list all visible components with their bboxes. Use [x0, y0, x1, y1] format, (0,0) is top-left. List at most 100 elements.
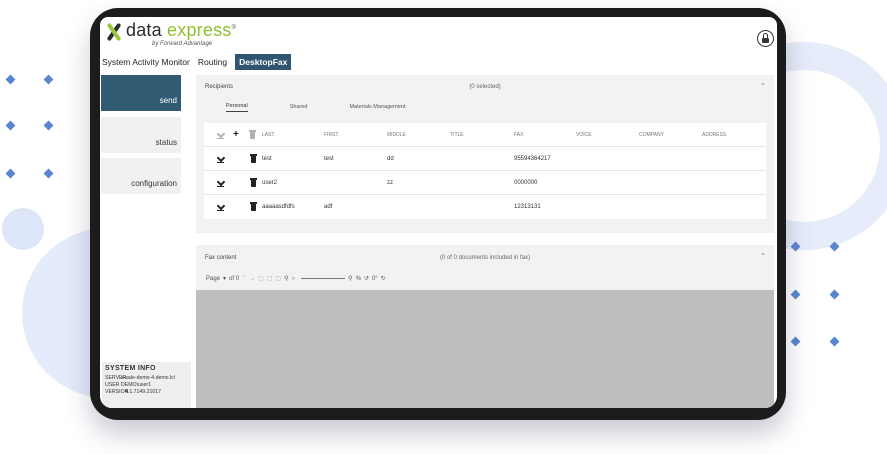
column-header-middle[interactable]: MIDDLE: [387, 132, 406, 138]
column-header-last[interactable]: LAST: [262, 132, 275, 138]
tab-shared[interactable]: Shared: [290, 104, 308, 110]
fax-content-panel: Fax content (0 of 0 documents included i…: [196, 245, 774, 408]
prev-page-icon[interactable]: ⌃: [242, 275, 247, 282]
system-info-box: SYSTEM INFO SERVER s-sale-demo-4.demo.lc…: [102, 362, 191, 408]
collapse-chevron-icon[interactable]: ⌃: [760, 82, 766, 90]
column-header-first[interactable]: FIRST: [324, 132, 338, 138]
logo-tagline: by Forward Advantage: [152, 41, 213, 47]
fax-content-header[interactable]: Fax content (0 of 0 documents included i…: [196, 245, 774, 271]
top-navigation: System Activity Monitor Routing DesktopF…: [102, 54, 299, 70]
zoom-out-icon[interactable]: ⚲: [284, 275, 288, 282]
download-icon[interactable]: [217, 155, 224, 163]
download-icon[interactable]: [217, 131, 224, 139]
cell-last: user2: [262, 179, 278, 186]
system-info-server-value: s-sale-demo-4.demo.lcl: [121, 375, 175, 381]
app-screen: data express® by Forward Advantage Syste…: [100, 17, 777, 408]
zoom-slider[interactable]: [301, 278, 346, 279]
cell-fax: 0000000: [514, 179, 538, 186]
table-row[interactable]: test test dd 95594364217: [204, 147, 766, 171]
zoom-in-icon[interactable]: ⚲: [348, 275, 352, 282]
logo-text: data express®: [126, 20, 236, 41]
page-count: of 0: [229, 275, 240, 282]
decor-diamond: [790, 336, 801, 347]
trash-icon[interactable]: [249, 130, 256, 139]
system-info-user-value: DEMO\user1: [121, 382, 151, 388]
document-copy-icon[interactable]: ▢: [267, 275, 273, 282]
logo-registered: ®: [231, 25, 237, 31]
recipients-panel: Recipients (0 selected) ⌃ Personal Share…: [196, 75, 774, 233]
download-icon[interactable]: [217, 179, 224, 187]
sidebar: send status configuration: [101, 75, 181, 408]
rotation-value: 0°: [371, 275, 378, 282]
sidebar-item-label: send: [159, 96, 177, 105]
nav-system-activity-monitor[interactable]: System Activity Monitor: [102, 57, 190, 67]
sidebar-item-label: configuration: [131, 179, 177, 188]
decor-diamond: [43, 74, 54, 85]
rotate-right-icon[interactable]: ↻: [381, 275, 386, 282]
decor-diamond: [829, 289, 840, 300]
logo-word-express: express: [167, 20, 232, 40]
cell-first: adf: [324, 204, 333, 210]
decor-diamond: [5, 120, 16, 131]
document-icon[interactable]: ▢: [258, 275, 264, 282]
tab-personal[interactable]: Personal: [226, 103, 248, 112]
sidebar-item-status[interactable]: status: [101, 117, 181, 153]
decor-circle-small: [2, 208, 44, 250]
sidebar-item-label: status: [155, 138, 177, 147]
recipients-table: + LAST FIRST MIDDLE TITLE FAX VOICE COMP…: [204, 123, 766, 219]
lock-button[interactable]: [757, 30, 774, 47]
logo-x-icon: [104, 22, 124, 42]
fax-content-included: (0 of 0 documents included in fax): [439, 255, 531, 261]
page-dropdown-icon[interactable]: ▾: [223, 275, 226, 282]
cell-first: test: [324, 155, 334, 162]
fax-preview-area: [196, 290, 774, 408]
zoom-slider-min-icon: ○: [291, 275, 296, 282]
table-row[interactable]: user2 zz 0000000: [204, 171, 766, 195]
collapse-chevron-icon[interactable]: ⌃: [760, 252, 766, 260]
trash-icon[interactable]: [250, 154, 257, 163]
next-page-icon[interactable]: ⌄: [250, 275, 255, 282]
fax-viewer-toolbar: Page ▾ of 0 ⌃ ⌄ ▢ ▢ ▢ ⚲ ○ ⚲ % ↺ 0° ↻: [206, 275, 389, 283]
logo-word-data: data: [126, 20, 162, 40]
tab-materials-management[interactable]: Materials Management: [349, 104, 405, 110]
recipients-tabs: Personal Shared Materials Management: [196, 99, 774, 115]
cell-middle: dd: [387, 155, 394, 162]
system-info-version-value: 4.1.7149.21017: [125, 389, 162, 395]
decor-diamond: [43, 168, 54, 179]
column-header-address[interactable]: ADDRESS: [702, 132, 726, 138]
column-header-voice[interactable]: VOICE: [576, 132, 592, 138]
decor-diamond: [790, 289, 801, 300]
cell-last: test: [262, 155, 272, 162]
decor-diamond: [5, 74, 16, 85]
recipients-header[interactable]: Recipients (0 selected) ⌃: [196, 75, 774, 99]
zoom-percent: %: [355, 275, 361, 282]
decor-diamond: [43, 120, 54, 131]
column-header-title[interactable]: TITLE: [450, 132, 464, 138]
system-info-user-label: USER: [105, 382, 120, 388]
trash-icon[interactable]: [250, 178, 257, 187]
column-header-company[interactable]: COMPANY: [639, 132, 664, 138]
system-info-server-label: SERVER: [105, 375, 127, 381]
system-info-title: SYSTEM INFO: [105, 365, 156, 372]
table-row[interactable]: aaaaasdfdfs adf 12313131: [204, 195, 766, 219]
add-recipient-icon[interactable]: +: [233, 130, 239, 140]
rotate-left-icon[interactable]: ↺: [364, 275, 369, 282]
table-header-row: + LAST FIRST MIDDLE TITLE FAX VOICE COMP…: [204, 123, 766, 147]
cell-fax: 12313131: [514, 204, 541, 210]
page-label: Page: [206, 275, 221, 282]
nav-routing[interactable]: Routing: [198, 57, 227, 67]
column-header-fax[interactable]: FAX: [514, 132, 523, 138]
system-info-version-label: VERSION: [105, 389, 129, 395]
document-export-icon[interactable]: ▢: [275, 275, 281, 282]
cell-fax: 95594364217: [514, 155, 551, 162]
download-icon[interactable]: [217, 203, 224, 211]
nav-desktopfax[interactable]: DesktopFax: [235, 54, 292, 70]
recipients-selected-count: (0 selected): [469, 84, 501, 90]
stage: data express® by Forward Advantage Syste…: [0, 0, 887, 454]
cell-middle: zz: [387, 179, 393, 186]
cell-last: aaaaasdfdfs: [262, 204, 295, 210]
sidebar-item-send[interactable]: send: [101, 75, 181, 111]
sidebar-item-configuration[interactable]: configuration: [101, 158, 181, 194]
decor-diamond: [5, 168, 16, 179]
trash-icon[interactable]: [250, 202, 257, 211]
